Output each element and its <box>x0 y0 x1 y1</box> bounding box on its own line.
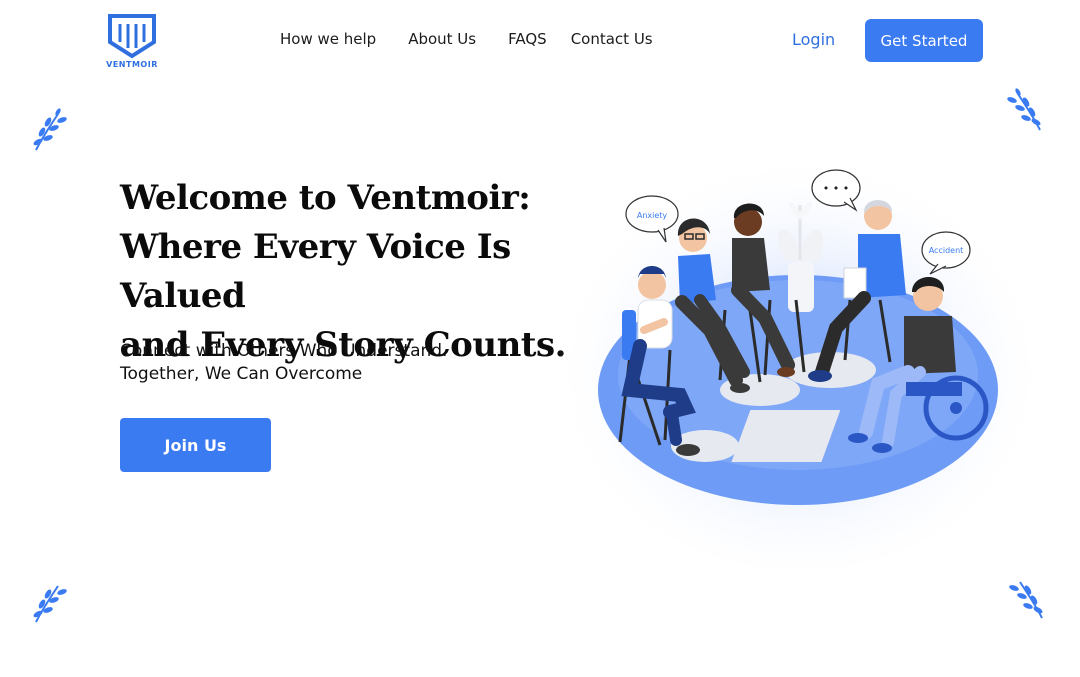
get-started-button[interactable]: Get Started <box>865 19 983 62</box>
support-group-illustration: Anxiety • • • Accident <box>560 150 1050 570</box>
leaf-icon <box>33 108 67 151</box>
logo-mark-icon <box>108 14 156 59</box>
nav-contact-us[interactable]: Contact Us <box>571 30 653 48</box>
main-nav: How we help About Us FAQS Contact Us <box>280 30 653 48</box>
join-us-button[interactable]: Join Us <box>120 418 271 472</box>
hero-title-line2: Where Every Voice Is Valued <box>120 227 511 316</box>
hero-subtitle-line2: Together, We Can Overcome <box>120 364 363 384</box>
login-link[interactable]: Login <box>792 30 835 49</box>
leaf-icon <box>33 585 67 623</box>
leaf-icon <box>1009 581 1043 619</box>
nav-faqs[interactable]: FAQS <box>508 30 547 48</box>
nav-how-we-help[interactable]: How we help <box>280 30 376 48</box>
logo-wordmark: VENTMOIR <box>106 60 158 69</box>
logo[interactable]: VENTMOIR <box>106 12 158 72</box>
hero-subtitle-line1: Connect with Others Who Understand. <box>120 341 448 361</box>
bubble-anxiety-text: Anxiety <box>637 211 668 220</box>
bubble-dots-text: • • • <box>823 182 849 195</box>
hero-subtitle: Connect with Others Who Understand. Toge… <box>120 340 540 386</box>
leaf-icon <box>1007 88 1041 131</box>
hero-title-line1: Welcome to Ventmoir: <box>120 178 531 218</box>
bubble-accident-text: Accident <box>929 246 964 255</box>
nav-about-us[interactable]: About Us <box>408 30 476 48</box>
